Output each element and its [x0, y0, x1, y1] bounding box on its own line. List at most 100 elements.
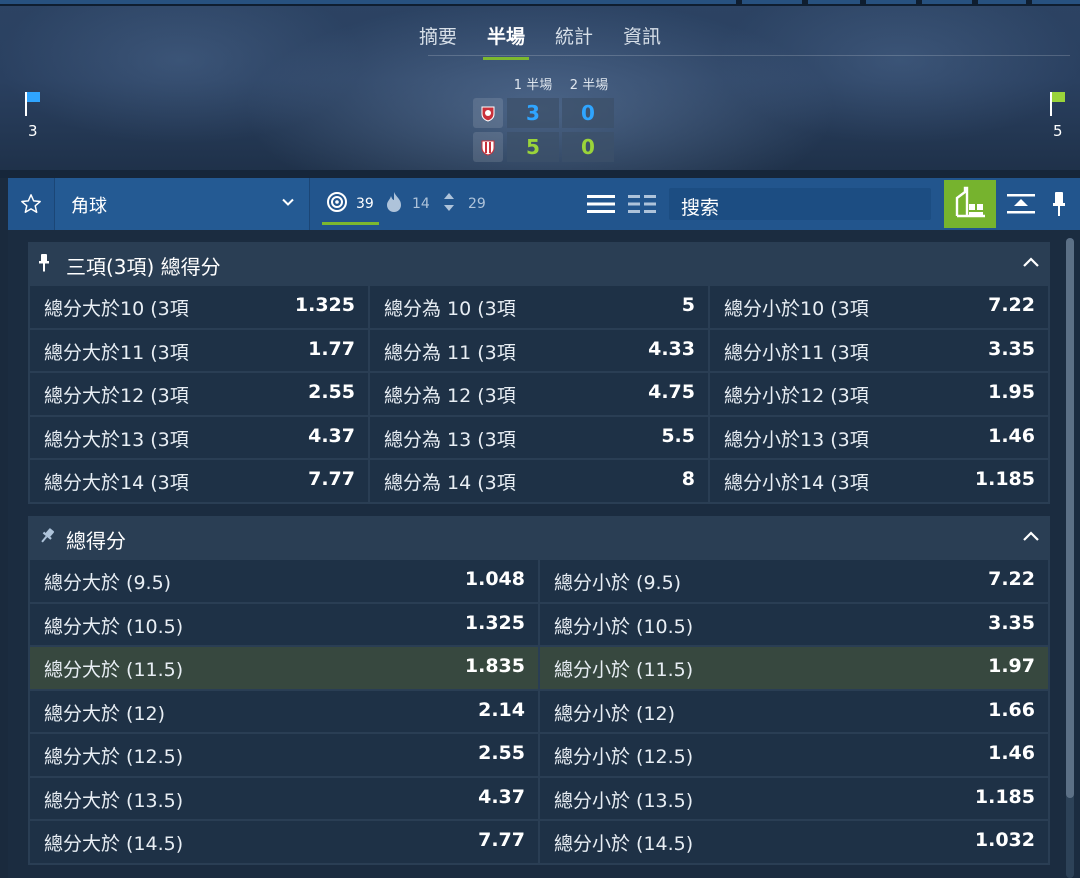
- scrollbar[interactable]: [1066, 238, 1074, 878]
- odds-cell[interactable]: 總分大於 (10.5) 1.325: [30, 603, 538, 645]
- odds-cell[interactable]: 總分為 10 (3項 5: [370, 286, 708, 328]
- odds-value: 1.97: [988, 655, 1035, 677]
- half-1-label: 1 半場: [513, 78, 553, 93]
- home-score-row: 3 0: [473, 98, 617, 128]
- odds-value: 1.66: [988, 698, 1035, 721]
- odds-label: 總分大於 (9.5): [44, 572, 172, 594]
- half-2-label: 2 半場: [569, 78, 609, 93]
- odds-cell[interactable]: 總分小於 (12) 1.66: [540, 690, 1048, 732]
- odds-cell[interactable]: 總分小於10 (3項 7.22: [710, 286, 1048, 328]
- search-placeholder: 搜索: [681, 197, 720, 219]
- chevron-up-icon[interactable]: [1022, 254, 1040, 274]
- section-three-way-total: 三項(3項) 總得分 總分大於10 (3項 1.325 總分為 10 (3項 5 總…: [28, 242, 1050, 504]
- favorite-star-icon[interactable]: [8, 178, 54, 230]
- odds-cell[interactable]: 總分小於 (10.5) 3.35: [540, 603, 1048, 645]
- pin-tilted-icon[interactable]: [38, 527, 56, 549]
- odds-cell[interactable]: 總分大於 (13.5) 4.37: [30, 777, 538, 819]
- odds-value: 7.22: [988, 294, 1035, 316]
- odds-label: 總分小於12 (3項: [724, 385, 869, 407]
- odds-value: 1.835: [464, 655, 525, 677]
- odds-grid: 總分大於10 (3項 1.325 總分為 10 (3項 5 總分小於10 (3項 7.…: [28, 284, 1050, 504]
- odds-cell-highlighted[interactable]: 總分大於 (11.5) 1.835: [30, 647, 538, 689]
- odds-label: 總分大於 (12): [44, 702, 166, 725]
- odds-label: 總分小於 (12): [554, 702, 676, 725]
- tab-summary[interactable]: 摘要: [415, 22, 461, 57]
- odds-cell[interactable]: 總分大於 (12.5) 2.55: [30, 734, 538, 776]
- market-select-value: 角球: [71, 196, 107, 217]
- odds-value: 1.185: [974, 468, 1035, 490]
- chevron-up-icon[interactable]: [1022, 528, 1040, 548]
- stat-updown[interactable]: 29: [442, 178, 486, 230]
- odds-label: 總分大於 (13.5): [44, 789, 184, 812]
- odds-cell[interactable]: 總分小於13 (3項 1.46: [710, 416, 1048, 458]
- stat-fire[interactable]: 14: [384, 178, 430, 230]
- market-toolbar: 角球 39 14 29 搜索: [8, 178, 1080, 230]
- odds-value: 4.75: [648, 381, 695, 403]
- tab-info[interactable]: 資訊: [619, 22, 665, 57]
- away-corners-count: 5: [1053, 122, 1063, 140]
- pin-icon[interactable]: [38, 253, 50, 277]
- odds-cell[interactable]: 總分大於13 (3項 4.37: [30, 416, 368, 458]
- odds-cell[interactable]: 總分為 13 (3項 5.5: [370, 416, 708, 458]
- stadium-view-button[interactable]: [944, 180, 996, 228]
- odds-cell[interactable]: 總分為 12 (3項 4.75: [370, 373, 708, 415]
- odds-label: 總分小於 (12.5): [554, 746, 694, 768]
- odds-value: 7.77: [308, 468, 355, 490]
- odds-cell[interactable]: 總分為 11 (3項 4.33: [370, 329, 708, 371]
- section-header[interactable]: 三項(3項) 總得分: [28, 242, 1050, 284]
- grid-view-icon[interactable]: [626, 178, 658, 230]
- odds-label: 總分小於 (11.5): [554, 659, 694, 681]
- section-title: 總得分: [66, 529, 126, 553]
- odds-label: 總分為 14 (3項: [384, 472, 516, 494]
- odds-cell[interactable]: 總分小於11 (3項 3.35: [710, 329, 1048, 371]
- odds-label: 總分大於14 (3項: [44, 472, 189, 494]
- odds-label: 總分大於 (10.5): [44, 615, 184, 638]
- section-header[interactable]: 總得分: [28, 516, 1050, 558]
- odds-value: 3.35: [988, 611, 1035, 634]
- odds-cell[interactable]: 總分大於 (14.5) 7.77: [30, 821, 538, 863]
- odds-cell[interactable]: 總分小於 (12.5) 1.46: [540, 734, 1048, 776]
- odds-label: 總分大於 (11.5): [44, 659, 184, 681]
- hero-bottom-edge: [0, 170, 1080, 178]
- list-view-icon[interactable]: [585, 178, 617, 230]
- stadium-icon: [953, 186, 987, 222]
- odds-cell[interactable]: 總分小於14 (3項 1.185: [710, 460, 1048, 502]
- odds-cell[interactable]: 總分大於12 (3項 2.55: [30, 373, 368, 415]
- top-strip: [0, 0, 1080, 6]
- odds-label: 總分大於10 (3項: [44, 298, 189, 320]
- odds-label: 總分為 13 (3項: [384, 428, 516, 451]
- odds-cell-highlighted[interactable]: 總分小於 (11.5) 1.97: [540, 647, 1048, 689]
- odds-grid: 總分大於 (9.5) 1.048 總分小於 (9.5) 7.22 總分大於 (10.…: [28, 558, 1050, 865]
- home-team-logo-icon: [473, 98, 503, 128]
- market-select[interactable]: 角球: [54, 178, 310, 230]
- odds-cell[interactable]: 總分小於 (9.5) 7.22: [540, 560, 1048, 602]
- collapse-all-icon[interactable]: [1004, 178, 1038, 230]
- stat-fire-value: 14: [412, 196, 430, 212]
- up-down-icon: [442, 191, 456, 217]
- odds-label: 總分大於12 (3項: [44, 385, 189, 407]
- scrollbar-thumb[interactable]: [1066, 238, 1074, 798]
- odds-cell[interactable]: 總分大於 (9.5) 1.048: [30, 560, 538, 602]
- tab-stats[interactable]: 統計: [551, 22, 597, 57]
- odds-cell[interactable]: 總分小於 (13.5) 1.185: [540, 777, 1048, 819]
- odds-cell[interactable]: 總分小於 (14.5) 1.032: [540, 821, 1048, 863]
- odds-value: 2.14: [478, 698, 525, 721]
- odds-cell[interactable]: 總分大於14 (3項 7.77: [30, 460, 368, 502]
- odds-label: 總分為 10 (3項: [384, 298, 516, 320]
- odds-cell[interactable]: 總分為 14 (3項 8: [370, 460, 708, 502]
- odds-cell[interactable]: 總分小於12 (3項 1.95: [710, 373, 1048, 415]
- away-half1-score: 5: [507, 132, 559, 162]
- search-input[interactable]: 搜索: [669, 188, 931, 220]
- away-corner-flag-icon: [1049, 92, 1067, 120]
- active-stat-underline: [322, 222, 379, 225]
- pin-icon[interactable]: [1046, 178, 1072, 230]
- odds-cell[interactable]: 總分大於10 (3項 1.325: [30, 286, 368, 328]
- odds-value: 7.77: [478, 829, 525, 851]
- odds-label: 總分大於 (14.5): [44, 833, 184, 855]
- odds-label: 總分小於 (9.5): [554, 572, 682, 594]
- odds-label: 總分小於 (13.5): [554, 789, 694, 812]
- odds-value: 1.325: [294, 294, 355, 316]
- fire-icon: [384, 191, 404, 217]
- odds-cell[interactable]: 總分大於 (12) 2.14: [30, 690, 538, 732]
- odds-cell[interactable]: 總分大於11 (3項 1.77: [30, 329, 368, 371]
